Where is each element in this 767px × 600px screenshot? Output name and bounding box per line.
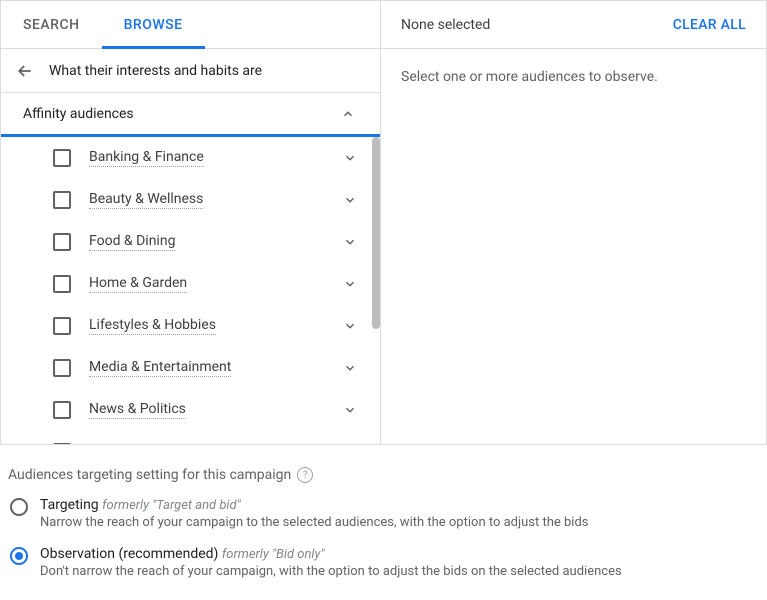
- help-icon[interactable]: ?: [297, 467, 313, 483]
- category-label: News & Politics: [89, 401, 186, 419]
- settings-title-row: Audiences targeting setting for this cam…: [8, 467, 759, 483]
- category-list: Banking & Finance Beauty & Wellness Food &…: [1, 137, 380, 444]
- chevron-down-icon: [340, 442, 360, 444]
- category-label: Home & Garden: [89, 275, 187, 293]
- checkbox[interactable]: [53, 359, 71, 377]
- category-item[interactable]: Banking & Finance: [1, 137, 380, 179]
- chevron-down-icon: [340, 400, 360, 420]
- selection-empty-hint: Select one or more audiences to observe.: [381, 49, 766, 105]
- category-label: Lifestyles & Hobbies: [89, 317, 216, 335]
- chevron-down-icon: [340, 358, 360, 378]
- checkbox[interactable]: [53, 233, 71, 251]
- selection-count: None selected: [401, 17, 490, 33]
- category-item[interactable]: Home & Garden: [1, 263, 380, 305]
- chevron-down-icon: [340, 148, 360, 168]
- audience-picker: SEARCH BROWSE What their interests and h…: [0, 0, 767, 445]
- selection-header: None selected CLEAR ALL: [381, 1, 766, 49]
- settings-title: Audiences targeting setting for this cam…: [8, 467, 291, 483]
- checkbox[interactable]: [53, 317, 71, 335]
- chevron-down-icon: [340, 316, 360, 336]
- radio-button[interactable]: [10, 547, 28, 565]
- targeting-settings: Audiences targeting setting for this cam…: [0, 445, 767, 595]
- category-item[interactable]: Food & Dining: [1, 221, 380, 263]
- checkbox[interactable]: [53, 191, 71, 209]
- checkbox[interactable]: [53, 401, 71, 419]
- tab-search[interactable]: SEARCH: [1, 1, 102, 48]
- back-arrow-icon[interactable]: [13, 59, 37, 83]
- breadcrumb-text: What their interests and habits are: [49, 63, 262, 79]
- clear-all-button[interactable]: CLEAR ALL: [673, 17, 746, 33]
- category-item[interactable]: News & Politics: [1, 389, 380, 431]
- radio-label: Targeting: [40, 497, 99, 513]
- category-item[interactable]: Media & Entertainment: [1, 347, 380, 389]
- radio-observation[interactable]: Observation (recommended) formerly "Bid …: [8, 546, 759, 579]
- category-label: Food & Dining: [89, 233, 175, 251]
- left-panel: SEARCH BROWSE What their interests and h…: [1, 1, 381, 444]
- category-item[interactable]: Shoppers: [1, 431, 380, 444]
- tabs: SEARCH BROWSE: [1, 1, 380, 49]
- checkbox[interactable]: [53, 149, 71, 167]
- radio-description: Don't narrow the reach of your campaign,…: [40, 564, 759, 579]
- radio-label: Observation (recommended): [40, 546, 218, 562]
- category-item[interactable]: Beauty & Wellness: [1, 179, 380, 221]
- section-title: Affinity audiences: [23, 106, 134, 122]
- radio-targeting[interactable]: Targeting formerly "Target and bid" Narr…: [8, 497, 759, 530]
- breadcrumb: What their interests and habits are: [1, 49, 380, 93]
- radio-former-label: formerly "Bid only": [222, 547, 325, 562]
- chevron-down-icon: [340, 190, 360, 210]
- category-label: Banking & Finance: [89, 149, 204, 167]
- scrollbar[interactable]: [372, 137, 380, 329]
- chevron-down-icon: [340, 274, 360, 294]
- radio-former-label: formerly "Target and bid": [102, 498, 240, 513]
- category-label: Shoppers: [89, 443, 148, 444]
- radio-description: Narrow the reach of your campaign to the…: [40, 515, 759, 530]
- radio-button[interactable]: [10, 498, 28, 516]
- category-label: Beauty & Wellness: [89, 191, 203, 209]
- category-label: Media & Entertainment: [89, 359, 231, 377]
- right-panel: None selected CLEAR ALL Select one or mo…: [381, 1, 766, 444]
- category-item[interactable]: Lifestyles & Hobbies: [1, 305, 380, 347]
- tab-browse[interactable]: BROWSE: [102, 1, 205, 48]
- checkbox[interactable]: [53, 275, 71, 293]
- chevron-down-icon: [340, 232, 360, 252]
- chevron-up-icon: [338, 104, 358, 124]
- section-affinity-audiences[interactable]: Affinity audiences: [1, 93, 380, 137]
- checkbox[interactable]: [53, 443, 71, 444]
